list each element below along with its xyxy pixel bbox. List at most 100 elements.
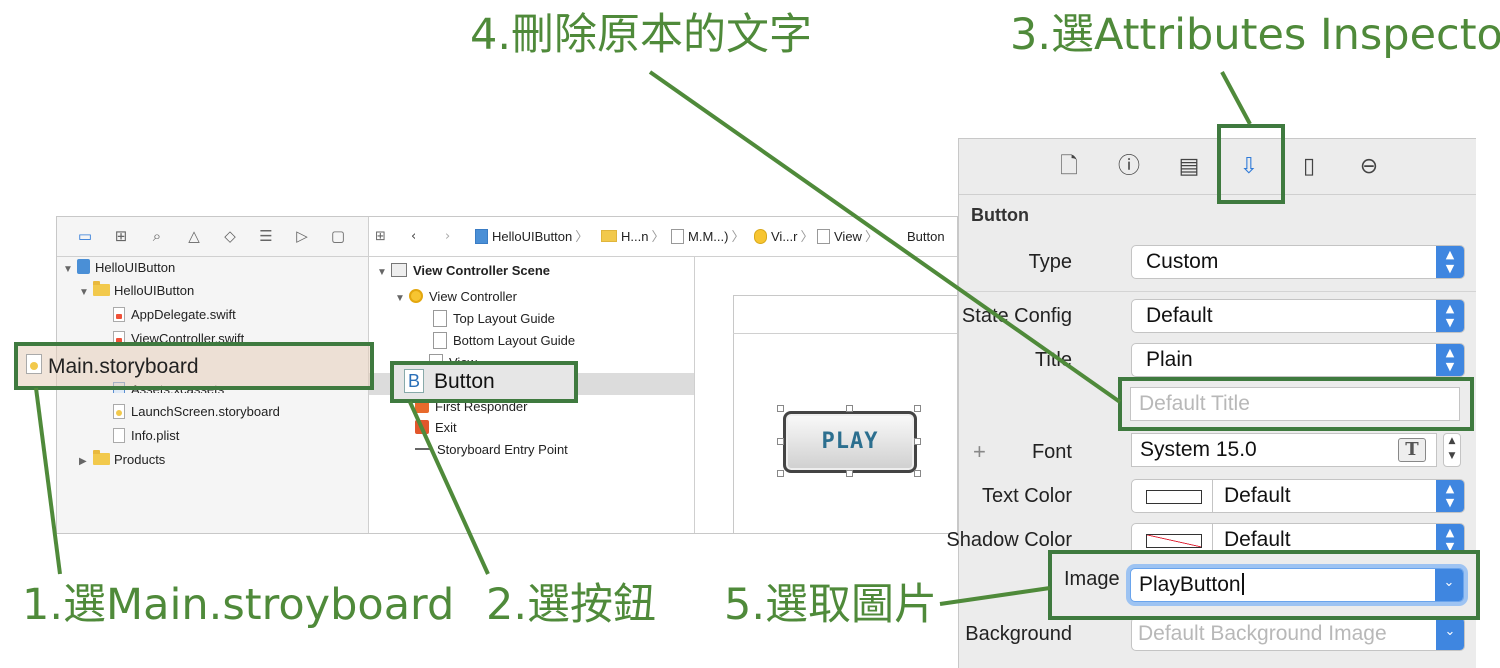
font-field[interactable]: System 15.0 T bbox=[1131, 433, 1437, 467]
resize-handle[interactable] bbox=[914, 438, 921, 445]
state-config-popup[interactable]: Default ▲ ▼ bbox=[1131, 299, 1465, 333]
add-variation-icon[interactable]: + bbox=[973, 439, 986, 465]
tree-row-products[interactable]: ▶ Products bbox=[79, 449, 165, 471]
play-button[interactable]: PLAY bbox=[783, 411, 917, 473]
test-icon[interactable]: ◇ bbox=[220, 226, 240, 246]
dropdown-chevron-icon[interactable]: ⌄ bbox=[1435, 569, 1463, 601]
tree-row-viewcontroller[interactable]: ViewController.swift bbox=[113, 328, 244, 342]
font-picker-icon[interactable]: T bbox=[1398, 438, 1426, 462]
identity-inspector-icon[interactable]: ▤ bbox=[1176, 153, 1202, 181]
jumpbar-item-storyboard[interactable]: M.M...) 〉 bbox=[671, 217, 747, 257]
back-arrow-icon[interactable]: ‹ bbox=[411, 217, 416, 257]
annotation-step1: 1.選Main.stroyboard bbox=[22, 580, 455, 630]
swift-file-icon bbox=[113, 307, 125, 322]
tree-row-project[interactable]: ▼ HelloUIButton bbox=[63, 257, 175, 279]
size-inspector-icon[interactable]: ▯ bbox=[1296, 153, 1322, 181]
plist-file-icon bbox=[113, 428, 125, 443]
title-label: Title bbox=[1034, 349, 1072, 371]
file-inspector-icon[interactable]: 🗋 bbox=[1056, 153, 1082, 181]
folder-icon bbox=[601, 230, 617, 242]
outline-button-label: Button bbox=[434, 370, 495, 393]
quick-help-icon[interactable]: ⓘ bbox=[1116, 153, 1142, 181]
text-color-label: Text Color bbox=[981, 485, 1072, 507]
outline-button-highlight[interactable]: B Button bbox=[390, 361, 578, 403]
section-title: Button bbox=[971, 205, 1029, 225]
search-icon[interactable]: ⌕ bbox=[147, 226, 167, 246]
annotation-step3: 3.選Attributes Inspector bbox=[1010, 10, 1500, 60]
jumpbar-item-viewcontroller[interactable]: Vi...r 〉 bbox=[754, 217, 817, 257]
outline-row-bottom-guide[interactable]: Bottom Layout Guide bbox=[433, 330, 575, 352]
jumpbar-item-button[interactable]: Button bbox=[907, 217, 945, 257]
disclosure-open-icon[interactable]: ▼ bbox=[63, 259, 77, 281]
background-label: Background bbox=[965, 623, 1072, 645]
image-value: PlayButton bbox=[1139, 569, 1244, 601]
resize-handle[interactable] bbox=[777, 470, 784, 477]
entry-arrow-icon bbox=[415, 448, 433, 450]
storyboard-file-icon bbox=[671, 229, 684, 244]
resize-handle[interactable] bbox=[777, 438, 784, 445]
outline-row-top-guide[interactable]: Top Layout Guide bbox=[433, 308, 555, 330]
title-text-field[interactable]: Default Title bbox=[1130, 387, 1460, 421]
scene-icon bbox=[391, 263, 407, 277]
disclosure-closed-icon[interactable]: ▶ bbox=[79, 451, 93, 473]
disclosure-open-icon[interactable]: ▼ bbox=[79, 282, 93, 304]
popup-arrows-icon: ▲ ▼ bbox=[1436, 480, 1464, 512]
attributes-tab-highlight[interactable] bbox=[1217, 124, 1285, 204]
popup-arrows-icon: ▲ ▼ bbox=[1436, 344, 1464, 376]
main-storyboard-label: Main.storyboard bbox=[48, 355, 199, 378]
popup-arrows-icon: ▲ ▼ bbox=[1436, 246, 1464, 278]
resize-handle[interactable] bbox=[846, 470, 853, 477]
report-icon[interactable]: ▢ bbox=[328, 226, 348, 246]
type-label: Type bbox=[1028, 251, 1072, 273]
hierarchy-icon[interactable]: ⊞ bbox=[111, 226, 131, 246]
clear-color-swatch[interactable] bbox=[1146, 534, 1202, 548]
color-swatch[interactable] bbox=[1146, 490, 1202, 504]
tree-row-launchscreen[interactable]: LaunchScreen.storyboard bbox=[113, 401, 280, 423]
view-icon bbox=[817, 229, 830, 244]
debug-icon[interactable]: ☰ bbox=[256, 226, 276, 246]
jumpbar-item-view[interactable]: View 〉 bbox=[817, 217, 881, 257]
breakpoint-icon[interactable]: ▷ bbox=[292, 226, 312, 246]
outline-row-exit[interactable]: Exit bbox=[415, 417, 457, 439]
navigation-bar-area bbox=[733, 333, 957, 334]
storyboard-file-icon bbox=[113, 404, 125, 419]
view-controller-icon bbox=[754, 229, 767, 244]
related-items-icon[interactable]: ⊞ bbox=[375, 217, 386, 257]
disclosure-open-icon[interactable]: ▼ bbox=[377, 262, 391, 284]
outline-row-scene[interactable]: ▼ View Controller Scene bbox=[377, 260, 550, 282]
resize-handle[interactable] bbox=[914, 470, 921, 477]
forward-arrow-icon[interactable]: › bbox=[445, 217, 450, 257]
resize-handle[interactable] bbox=[914, 405, 921, 412]
font-size-stepper[interactable]: ▲ ▼ bbox=[1443, 433, 1461, 467]
resize-handle[interactable] bbox=[777, 405, 784, 412]
tree-row-appdelegate[interactable]: AppDelegate.swift bbox=[113, 304, 236, 326]
type-popup[interactable]: Custom ▲ ▼ bbox=[1131, 245, 1465, 279]
image-field-highlight[interactable]: Image PlayButton ⌄ bbox=[1048, 550, 1480, 620]
disclosure-open-icon[interactable]: ▼ bbox=[395, 288, 409, 310]
outline-row-viewcontroller[interactable]: ▼ View Controller bbox=[395, 286, 517, 308]
folder-icon[interactable]: ▭ bbox=[75, 226, 95, 246]
text-color-popup[interactable]: Default ▲ ▼ bbox=[1131, 479, 1465, 513]
tree-row-group[interactable]: ▼ HelloUIButton bbox=[79, 280, 194, 302]
jumpbar-item-group[interactable]: H...n 〉 bbox=[601, 217, 667, 257]
jumpbar-item-project[interactable]: HelloUIButton 〉 bbox=[475, 217, 591, 257]
project-icon bbox=[77, 259, 90, 274]
exit-icon bbox=[415, 420, 429, 434]
main-storyboard-highlight[interactable]: Main.storyboard bbox=[14, 342, 374, 390]
title-popup[interactable]: Plain ▲ ▼ bbox=[1131, 343, 1465, 377]
title-field-highlight[interactable]: Default Title bbox=[1118, 377, 1474, 431]
state-config-label: State Config bbox=[961, 305, 1072, 327]
layout-guide-icon bbox=[433, 310, 447, 327]
tree-row-infoplist[interactable]: Info.plist bbox=[113, 425, 179, 447]
image-combo-box[interactable]: PlayButton ⌄ bbox=[1130, 568, 1464, 602]
storyboard-canvas[interactable]: PLAY bbox=[695, 257, 957, 533]
dropdown-chevron-icon[interactable]: ⌄ bbox=[1436, 618, 1464, 650]
outline-row-entry-point[interactable]: Storyboard Entry Point bbox=[415, 439, 568, 461]
annotation-step5: 5.選取圖片 bbox=[724, 580, 938, 630]
connections-inspector-icon[interactable]: ⊖ bbox=[1356, 153, 1382, 181]
background-image-combo[interactable]: Default Background Image ⌄ bbox=[1131, 617, 1465, 651]
leader-line-step3 bbox=[1220, 71, 1252, 125]
warning-icon[interactable]: △ bbox=[184, 226, 204, 246]
play-button-label: PLAY bbox=[821, 429, 879, 454]
resize-handle[interactable] bbox=[846, 405, 853, 412]
